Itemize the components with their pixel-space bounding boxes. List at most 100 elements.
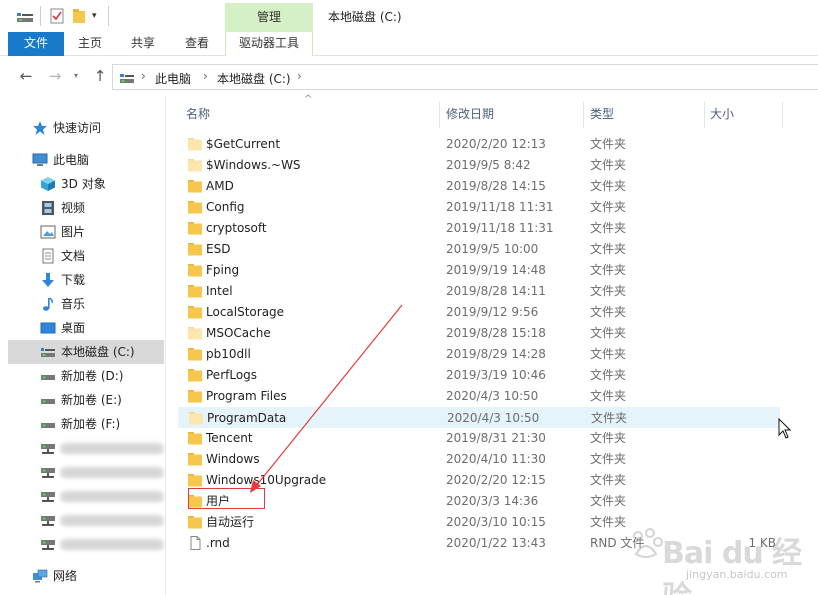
sidebar-item-network-drive[interactable] bbox=[8, 436, 164, 460]
recent-locations-dropdown[interactable]: ▾ bbox=[70, 66, 82, 86]
file-row[interactable]: $GetCurrent 2020/2/20 12:13 文件夹 bbox=[178, 134, 780, 155]
sidebar-item-network[interactable]: 网络 bbox=[8, 564, 164, 588]
file-modified-date: 2019/8/31 21:30 bbox=[446, 431, 546, 445]
column-divider[interactable] bbox=[439, 102, 440, 128]
breadcrumb-local-disk[interactable]: 本地磁盘 (C:) bbox=[217, 70, 291, 87]
file-row[interactable]: Config 2019/11/18 11:31 文件夹 bbox=[178, 197, 780, 218]
file-row[interactable]: Tencent 2019/8/31 21:30 文件夹 bbox=[178, 428, 780, 449]
tab-drive-tools[interactable]: 驱动器工具 bbox=[225, 32, 313, 56]
drive-icon[interactable] bbox=[16, 8, 34, 24]
folder-icon bbox=[188, 369, 202, 382]
sidebar-item-3d-objects[interactable]: 3D 对象 bbox=[8, 172, 164, 196]
toolbar-divider bbox=[108, 6, 109, 26]
tab-home[interactable]: 主页 bbox=[64, 32, 116, 56]
network-drive-icon bbox=[41, 516, 55, 526]
sidebar-item-volume-f[interactable]: 新加卷 (F:) bbox=[8, 412, 164, 436]
sidebar-item-label: 网络 bbox=[53, 569, 78, 583]
file-row[interactable]: Fping 2019/9/19 14:48 文件夹 bbox=[178, 260, 780, 281]
file-row[interactable]: $Windows.~WS 2019/9/5 8:42 文件夹 bbox=[178, 155, 780, 176]
file-type: 文件夹 bbox=[590, 473, 627, 487]
tab-share[interactable]: 共享 bbox=[116, 32, 170, 56]
file-row[interactable]: LocalStorage 2019/9/12 9:56 文件夹 bbox=[178, 302, 780, 323]
customize-toolbar-dropdown[interactable]: ▾ bbox=[92, 8, 102, 24]
watermark-url: jingyan.baidu.com bbox=[686, 568, 788, 581]
file-name: .rnd bbox=[206, 536, 230, 550]
file-row[interactable]: pb10dll 2019/8/29 14:28 文件夹 bbox=[178, 344, 780, 365]
breadcrumb-separator[interactable]: › bbox=[297, 69, 302, 83]
tab-view[interactable]: 查看 bbox=[170, 32, 224, 56]
breadcrumb-this-pc[interactable]: 此电脑 bbox=[155, 70, 191, 87]
sidebar-item-music[interactable]: 音乐 bbox=[8, 292, 164, 316]
folder-icon bbox=[188, 138, 202, 151]
folder-icon bbox=[188, 222, 202, 235]
column-header-size[interactable]: 大小 bbox=[710, 100, 780, 128]
sidebar-item-quick-access[interactable]: 快速访问 bbox=[8, 116, 164, 140]
file-type: 文件夹 bbox=[590, 284, 627, 298]
up-button[interactable]: ↑ bbox=[90, 66, 110, 86]
sidebar-item-network-drive[interactable] bbox=[8, 484, 164, 508]
file-row[interactable]: cryptosoft 2019/11/18 11:31 文件夹 bbox=[178, 218, 780, 239]
sidebar-item-downloads[interactable]: 下载 bbox=[8, 268, 164, 292]
new-folder-icon[interactable] bbox=[72, 8, 86, 24]
column-divider[interactable] bbox=[583, 102, 584, 128]
sidebar-item-network-drive[interactable] bbox=[8, 460, 164, 484]
column-header-name[interactable]: 名称 bbox=[186, 100, 436, 128]
file-row[interactable]: Windows 2020/4/10 11:30 文件夹 bbox=[178, 449, 780, 470]
file-name: Program Files bbox=[206, 389, 287, 403]
file-type: 文件夹 bbox=[590, 158, 627, 172]
drive-icon bbox=[41, 375, 55, 380]
file-type: 文件夹 bbox=[590, 368, 627, 382]
file-modified-date: 2019/9/5 8:42 bbox=[446, 158, 531, 172]
ribbon-tabs: 文件 主页 共享 查看 驱动器工具 bbox=[0, 32, 818, 56]
file-name: PerfLogs bbox=[206, 368, 258, 382]
sidebar-item-videos[interactable]: 视频 bbox=[8, 196, 164, 220]
column-header-type[interactable]: 类型 bbox=[590, 100, 700, 128]
sidebar-item-this-pc[interactable]: 此电脑 bbox=[8, 148, 164, 172]
file-row[interactable]: Windows10Upgrade 2020/2/20 12:15 文件夹 bbox=[178, 470, 780, 491]
breadcrumb-separator[interactable]: › bbox=[203, 69, 208, 83]
address-bar[interactable]: › 此电脑 › 本地磁盘 (C:) › bbox=[112, 64, 818, 90]
file-row[interactable]: ESD 2019/9/5 10:00 文件夹 bbox=[178, 239, 780, 260]
file-row[interactable]: PerfLogs 2019/3/19 10:46 文件夹 bbox=[178, 365, 780, 386]
file-row[interactable]: Intel 2019/8/28 14:11 文件夹 bbox=[178, 281, 780, 302]
tab-file[interactable]: 文件 bbox=[8, 32, 64, 56]
column-headers: ^ 名称 修改日期 类型 大小 bbox=[178, 94, 818, 128]
sidebar-item-local-disk-c[interactable]: 本地磁盘 (C:) bbox=[8, 340, 164, 364]
file-modified-date: 2020/3/10 10:15 bbox=[446, 515, 546, 529]
file-row[interactable]: Program Files 2020/4/3 10:50 文件夹 bbox=[178, 386, 780, 407]
sidebar-item-network-drive[interactable] bbox=[8, 532, 164, 556]
folder-icon bbox=[188, 516, 202, 529]
folder-icon bbox=[188, 474, 202, 487]
mouse-cursor-icon bbox=[778, 418, 792, 439]
column-header-modified[interactable]: 修改日期 bbox=[446, 100, 576, 128]
sidebar-item-pictures[interactable]: 图片 bbox=[8, 220, 164, 244]
drive-icon bbox=[41, 399, 55, 404]
drive-icon bbox=[120, 74, 134, 83]
watermark: Bai du 经验 jingyan.baidu.com bbox=[626, 504, 816, 595]
file-row[interactable]: AMD 2019/8/28 14:15 文件夹 bbox=[178, 176, 780, 197]
network-icon bbox=[33, 569, 48, 583]
download-icon bbox=[42, 273, 54, 287]
file-name: Fping bbox=[206, 263, 240, 277]
sidebar-item-network-drive[interactable] bbox=[8, 508, 164, 532]
column-divider[interactable] bbox=[782, 102, 783, 128]
file-name: MSOCache bbox=[206, 326, 271, 340]
sidebar-item-volume-d[interactable]: 新加卷 (D:) bbox=[8, 364, 164, 388]
sidebar-item-label: 新加卷 (F:) bbox=[61, 417, 121, 431]
folder-icon bbox=[188, 453, 202, 466]
back-button[interactable]: ← bbox=[16, 66, 36, 86]
breadcrumb-separator[interactable]: › bbox=[141, 69, 146, 83]
file-row[interactable]: ProgramData 2020/4/3 10:50 文件夹 bbox=[178, 407, 780, 428]
folder-icon bbox=[188, 432, 202, 445]
file-row[interactable]: MSOCache 2019/8/28 15:18 文件夹 bbox=[178, 323, 780, 344]
file-type: 文件夹 bbox=[590, 494, 627, 508]
sidebar-item-desktop[interactable]: 桌面 bbox=[8, 316, 164, 340]
column-divider[interactable] bbox=[704, 102, 705, 128]
forward-button[interactable]: → bbox=[45, 66, 65, 86]
properties-icon[interactable] bbox=[50, 8, 64, 24]
redacted-label bbox=[60, 443, 164, 454]
sidebar-item-volume-e[interactable]: 新加卷 (E:) bbox=[8, 388, 164, 412]
sidebar-item-documents[interactable]: 文档 bbox=[8, 244, 164, 268]
sidebar-item-label: 本地磁盘 (C:) bbox=[61, 345, 135, 359]
file-type: 文件夹 bbox=[590, 431, 627, 445]
